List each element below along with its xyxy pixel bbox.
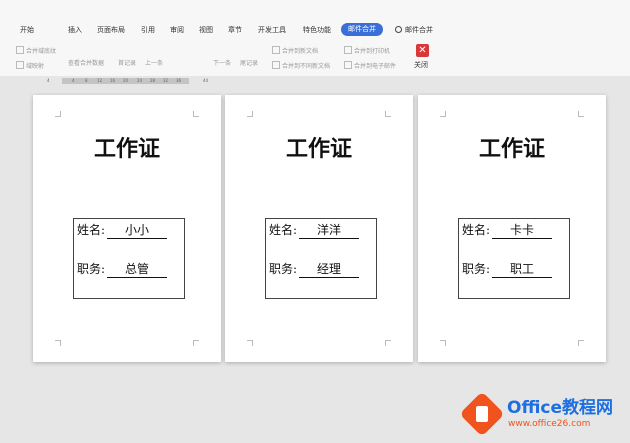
search-box[interactable]: 邮件合并 bbox=[395, 25, 433, 35]
first-record-button[interactable]: 首记录 bbox=[118, 60, 136, 68]
ruler-tick: 36 bbox=[176, 78, 182, 83]
close-icon[interactable]: ✕ bbox=[416, 44, 429, 57]
close-button-label[interactable]: 关闭 bbox=[414, 60, 428, 70]
name-field: 姓名: 小小 bbox=[77, 222, 168, 239]
menu-start[interactable]: 开始 bbox=[20, 25, 34, 35]
ruler-tick: 44 bbox=[203, 78, 209, 83]
merge-field-shading-button[interactable]: 合并域底纹 bbox=[16, 45, 56, 56]
job-label: 职务: bbox=[77, 262, 106, 276]
document-page-1[interactable]: 工作证 姓名: 小小 职务: 总管 bbox=[33, 95, 221, 362]
mapping-icon bbox=[16, 61, 24, 69]
watermark-url: www.office26.com bbox=[508, 419, 591, 429]
corner-mark bbox=[385, 111, 391, 117]
corner-mark bbox=[55, 111, 61, 117]
name-value: 卡卡 bbox=[492, 222, 553, 239]
watermark-brand: Office教程网 bbox=[507, 398, 614, 418]
corner-mark bbox=[193, 111, 199, 117]
field-mapping-button[interactable]: 域映射 bbox=[16, 60, 44, 71]
ruler-tick: 12 bbox=[97, 78, 103, 83]
menu-view[interactable]: 视图 bbox=[199, 25, 213, 35]
job-field: 职务: 总管 bbox=[77, 261, 168, 278]
email-icon bbox=[344, 61, 352, 69]
menu-chapter[interactable]: 章节 bbox=[228, 25, 242, 35]
ruler-tick: 28 bbox=[150, 78, 156, 83]
docs-icon bbox=[272, 61, 280, 69]
menu-page-layout[interactable]: 页面布局 bbox=[97, 25, 125, 35]
document-page-2[interactable]: 工作证 姓名: 洋洋 职务: 经理 bbox=[225, 95, 413, 362]
name-value: 洋洋 bbox=[299, 222, 360, 239]
shading-icon bbox=[16, 46, 24, 54]
next-record-button[interactable]: 下一条 bbox=[213, 60, 231, 68]
ruler-tick: 4 bbox=[72, 78, 75, 83]
ruler-tick: 20 bbox=[123, 78, 129, 83]
ruler-tick: 16 bbox=[110, 78, 116, 83]
ribbon-toolbar bbox=[0, 38, 630, 77]
card-title: 工作证 bbox=[285, 137, 352, 162]
menu-bar: 开始 插入 页面布局 引用 审阅 视图 章节 开发工具 特色功能 邮件合并 邮件… bbox=[0, 0, 630, 38]
corner-mark bbox=[247, 111, 253, 117]
card-title: 工作证 bbox=[478, 137, 545, 162]
corner-mark bbox=[440, 111, 446, 117]
job-value: 经理 bbox=[299, 261, 360, 278]
id-card-box: 姓名: 小小 职务: 总管 bbox=[73, 218, 185, 299]
name-field: 姓名: 洋洋 bbox=[269, 222, 360, 239]
office-logo-inner bbox=[476, 406, 488, 422]
last-record-button[interactable]: 尾记录 bbox=[240, 60, 258, 68]
corner-mark bbox=[55, 340, 61, 346]
id-card-box: 姓名: 洋洋 职务: 经理 bbox=[265, 218, 377, 299]
menu-developer[interactable]: 开发工具 bbox=[258, 25, 286, 35]
ruler-tick: 8 bbox=[85, 78, 88, 83]
card-title: 工作证 bbox=[93, 137, 160, 162]
name-label: 姓名: bbox=[269, 223, 298, 237]
corner-mark bbox=[578, 340, 584, 346]
name-value: 小小 bbox=[107, 222, 168, 239]
corner-mark bbox=[385, 340, 391, 346]
job-value: 职工 bbox=[492, 261, 553, 278]
merge-to-printer-button[interactable]: 合并到打印机 bbox=[344, 45, 390, 56]
merge-to-new-doc-button[interactable]: 合并到新文档 bbox=[272, 45, 318, 56]
name-label: 姓名: bbox=[462, 223, 491, 237]
new-doc-icon bbox=[272, 46, 280, 54]
job-value: 总管 bbox=[107, 261, 168, 278]
document-page-3[interactable]: 工作证 姓名: 卡卡 职务: 职工 bbox=[418, 95, 606, 362]
search-text: 邮件合并 bbox=[405, 26, 433, 34]
search-icon bbox=[395, 26, 402, 33]
name-field: 姓名: 卡卡 bbox=[462, 222, 553, 239]
ruler-tick: 32 bbox=[163, 78, 169, 83]
menu-features[interactable]: 特色功能 bbox=[303, 25, 331, 35]
printer-icon bbox=[344, 46, 352, 54]
name-label: 姓名: bbox=[77, 223, 106, 237]
menu-review[interactable]: 审阅 bbox=[170, 25, 184, 35]
merge-to-separate-docs-button[interactable]: 合并到不同新文档 bbox=[272, 60, 330, 71]
job-field: 职务: 经理 bbox=[269, 261, 360, 278]
corner-mark bbox=[193, 340, 199, 346]
menu-insert[interactable]: 插入 bbox=[68, 25, 82, 35]
corner-mark bbox=[440, 340, 446, 346]
corner-mark bbox=[578, 111, 584, 117]
corner-mark bbox=[247, 340, 253, 346]
view-merged-data-button[interactable]: 查看合并数据 bbox=[68, 60, 104, 68]
ruler-tick: 24 bbox=[137, 78, 143, 83]
job-field: 职务: 职工 bbox=[462, 261, 553, 278]
id-card-box: 姓名: 卡卡 职务: 职工 bbox=[458, 218, 570, 299]
merge-to-email-button[interactable]: 合并到电子邮件 bbox=[344, 60, 396, 71]
previous-record-button[interactable]: 上一条 bbox=[145, 60, 163, 68]
menu-references[interactable]: 引用 bbox=[141, 25, 155, 35]
job-label: 职务: bbox=[269, 262, 298, 276]
ruler-tick: 4 bbox=[47, 78, 50, 83]
menu-mail-merge[interactable]: 邮件合并 bbox=[341, 23, 383, 36]
job-label: 职务: bbox=[462, 262, 491, 276]
